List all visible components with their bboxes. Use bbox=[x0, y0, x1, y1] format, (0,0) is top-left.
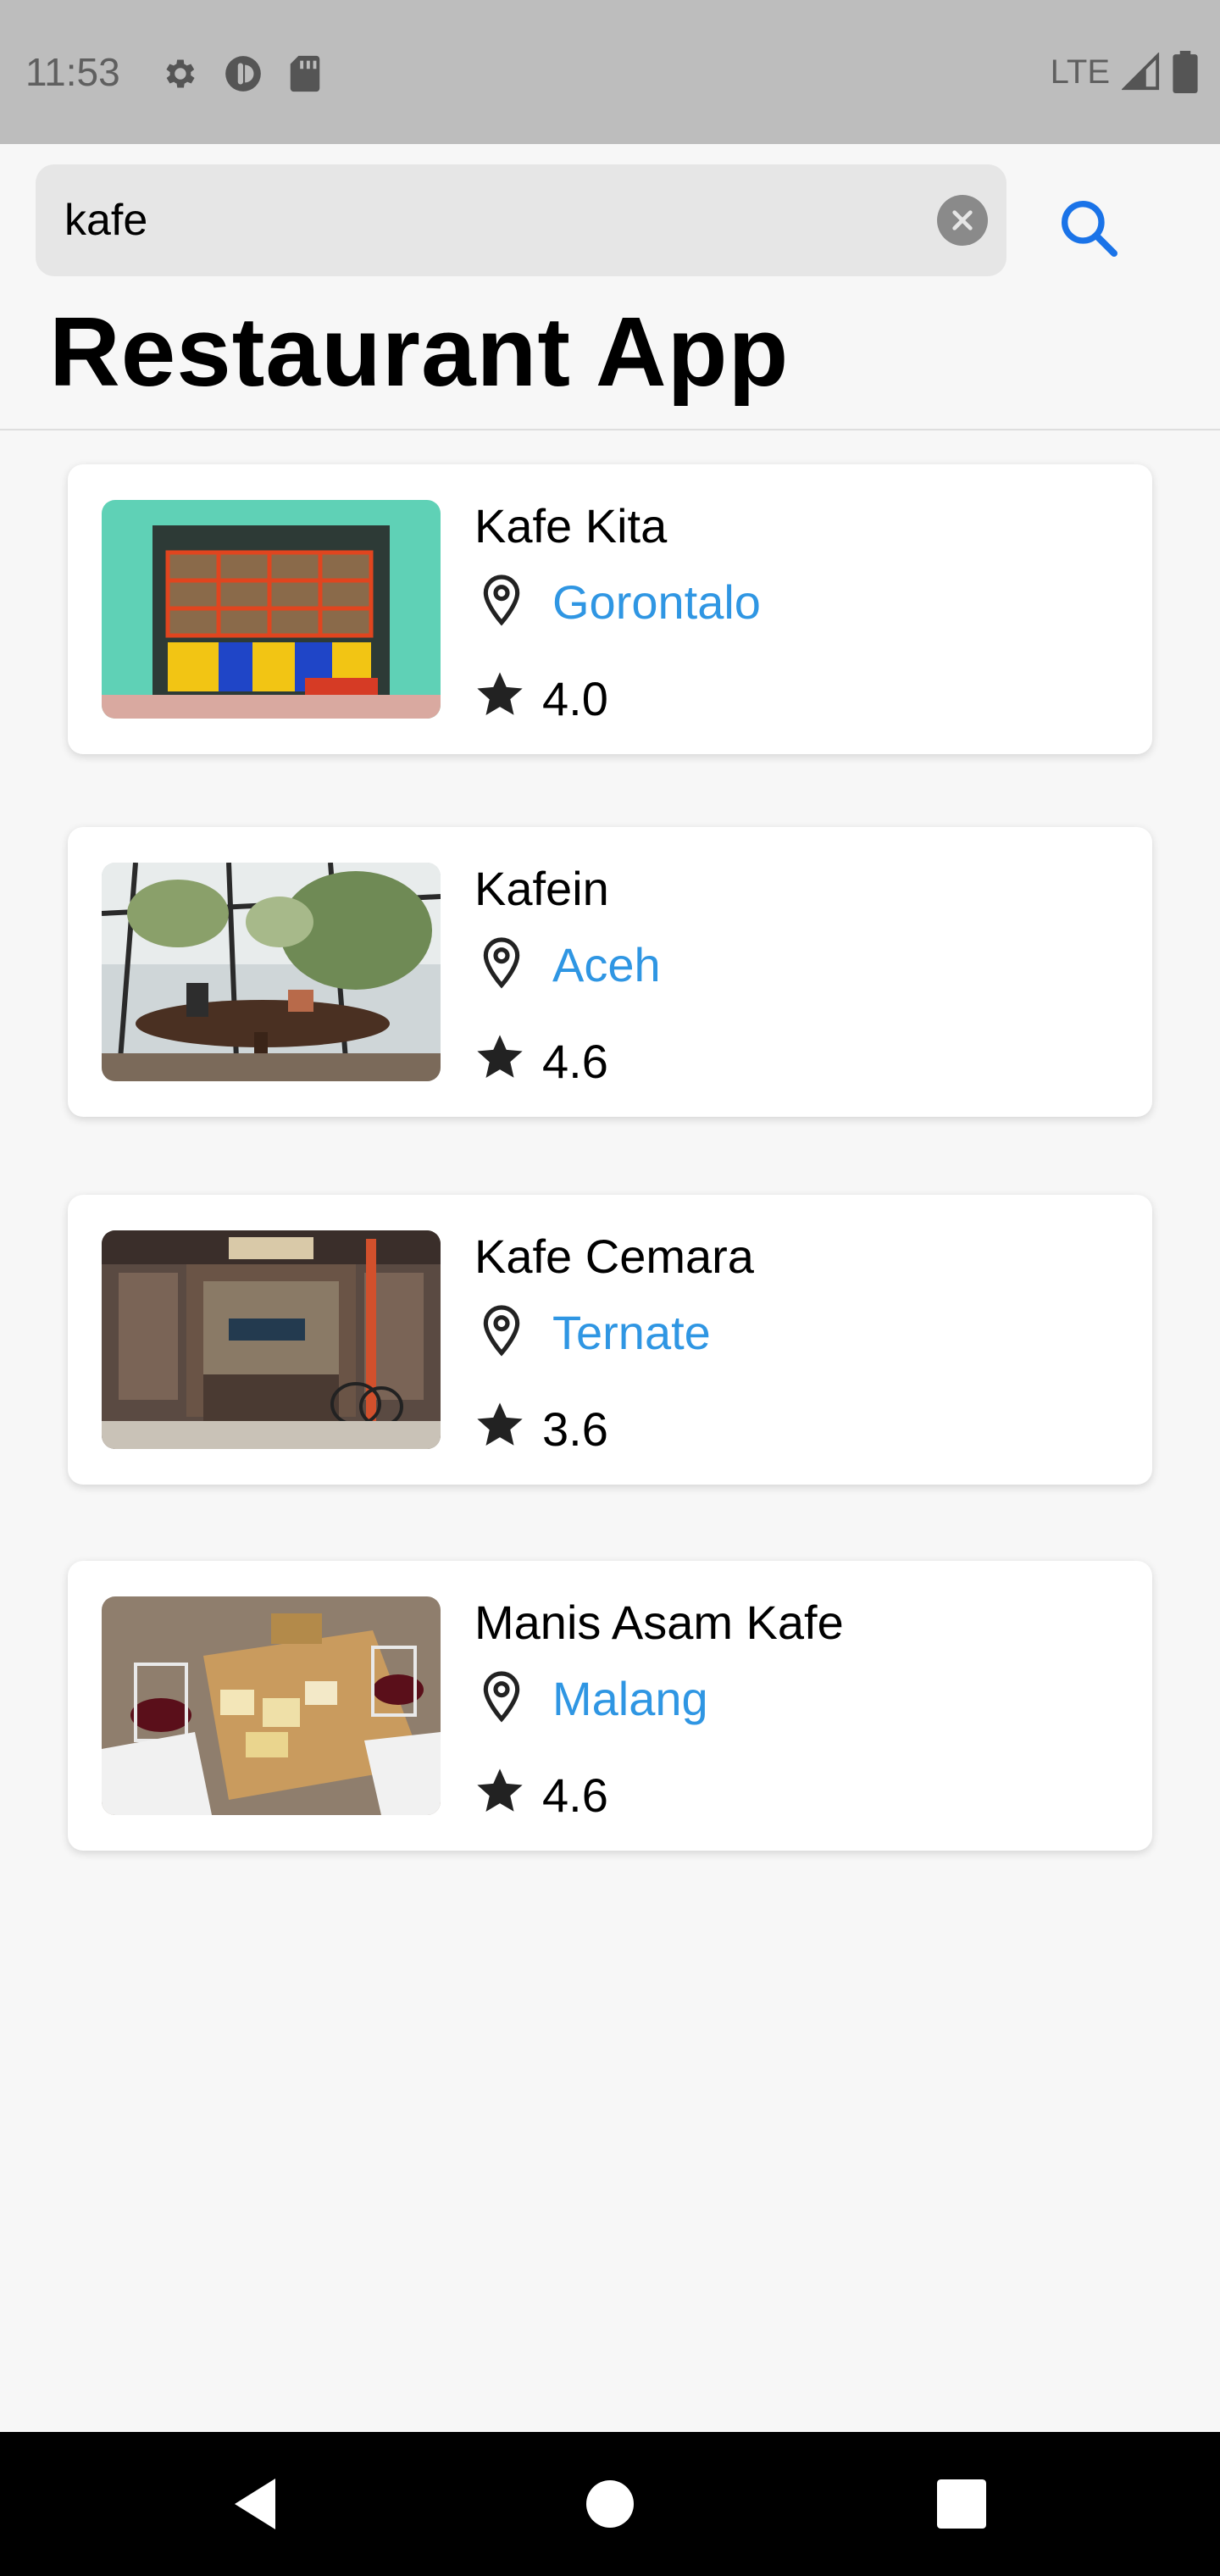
search-icon[interactable] bbox=[1051, 190, 1127, 266]
restaurant-rating: 4.6 bbox=[542, 1768, 608, 1822]
restaurant-image bbox=[102, 1596, 441, 1815]
restaurant-image bbox=[102, 863, 441, 1081]
restaurant-name: Kafe Kita bbox=[474, 499, 668, 552]
page-title: Restaurant App bbox=[49, 297, 790, 407]
status-icons-right: LTE bbox=[1051, 51, 1198, 93]
app-header: kafe Restaurant App bbox=[0, 144, 1220, 430]
search-input[interactable]: kafe bbox=[36, 164, 1006, 276]
system-nav-bar bbox=[0, 2432, 1220, 2576]
restaurant-rating: 3.6 bbox=[542, 1402, 608, 1456]
restaurant-card[interactable]: Manis Asam Kafe Malang 4.6 bbox=[68, 1561, 1152, 1851]
star-icon bbox=[477, 1035, 523, 1078]
location-pin-icon bbox=[483, 1671, 520, 1723]
restaurant-rating: 4.0 bbox=[542, 672, 608, 725]
location-pin-icon bbox=[483, 1305, 520, 1357]
status-bar: 11:53 LTE bbox=[0, 0, 1220, 144]
restaurant-name: Kafe Cemara bbox=[474, 1230, 754, 1283]
back-icon[interactable] bbox=[217, 2466, 293, 2542]
status-icons-left bbox=[159, 53, 322, 95]
settings-icon bbox=[166, 59, 195, 88]
location-pin-icon bbox=[483, 575, 520, 626]
star-icon bbox=[477, 1768, 523, 1812]
home-icon[interactable] bbox=[572, 2466, 648, 2542]
search-query[interactable]: kafe bbox=[64, 195, 147, 246]
status-time: 11:53 bbox=[25, 50, 120, 94]
restaurant-city: Ternate bbox=[552, 1306, 711, 1359]
location-pin-icon bbox=[483, 937, 520, 989]
restaurant-city: Malang bbox=[552, 1672, 708, 1725]
network-type: LTE bbox=[1050, 53, 1110, 91]
restaurant-name: Manis Asam Kafe bbox=[474, 1596, 844, 1649]
restaurant-card[interactable]: Kafein Aceh 4.6 bbox=[68, 827, 1152, 1117]
recents-icon[interactable] bbox=[923, 2466, 1000, 2542]
star-icon bbox=[477, 1402, 523, 1446]
signal-icon bbox=[1122, 53, 1160, 91]
restaurant-image bbox=[102, 1230, 441, 1449]
restaurant-city: Gorontalo bbox=[552, 575, 761, 629]
restaurant-card[interactable]: Kafe Cemara Ternate 3.6 bbox=[68, 1195, 1152, 1485]
restaurant-name: Kafein bbox=[474, 862, 609, 915]
restaurant-card[interactable]: Kafe Kita Gorontalo 4.0 bbox=[68, 464, 1152, 754]
close-circle-icon[interactable] bbox=[937, 195, 988, 246]
restaurant-city: Aceh bbox=[552, 938, 661, 991]
restaurant-rating: 4.6 bbox=[542, 1035, 608, 1088]
vpn-key-icon bbox=[225, 56, 261, 92]
battery-icon bbox=[1173, 51, 1198, 93]
restaurant-image bbox=[102, 500, 441, 719]
sd-card-icon bbox=[290, 55, 320, 92]
star-icon bbox=[477, 672, 523, 715]
